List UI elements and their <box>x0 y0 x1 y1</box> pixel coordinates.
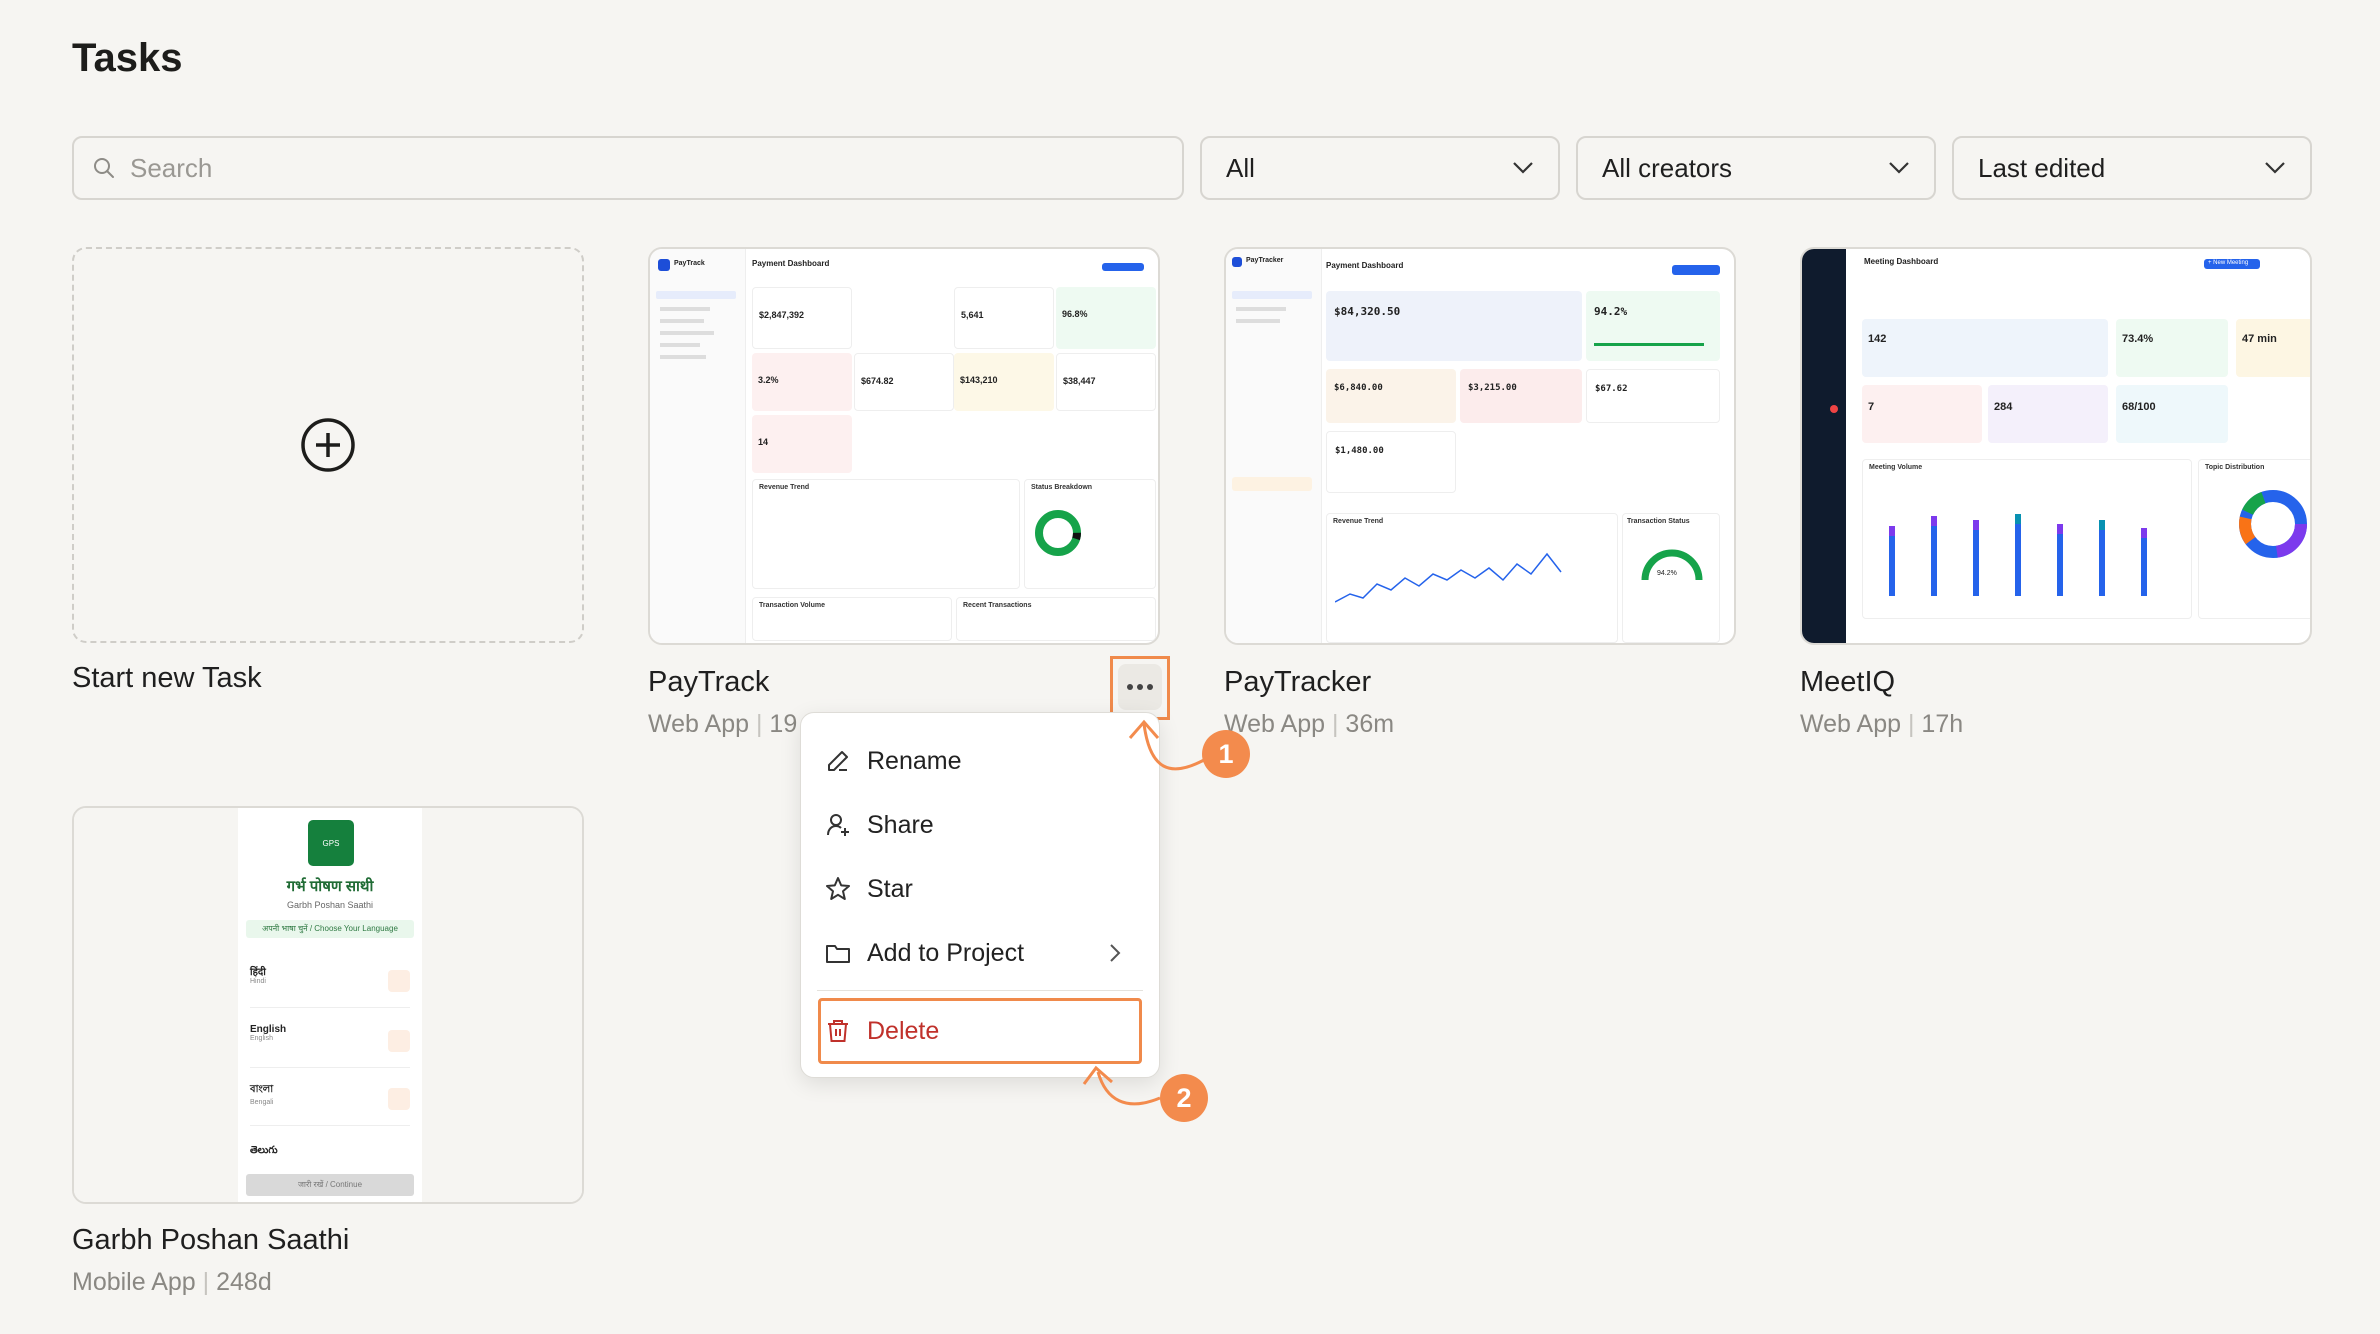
step-badge-2: 2 <box>1160 1074 1208 1122</box>
annotation-arrows <box>1082 719 1205 1106</box>
step-badge-1: 1 <box>1202 730 1250 778</box>
